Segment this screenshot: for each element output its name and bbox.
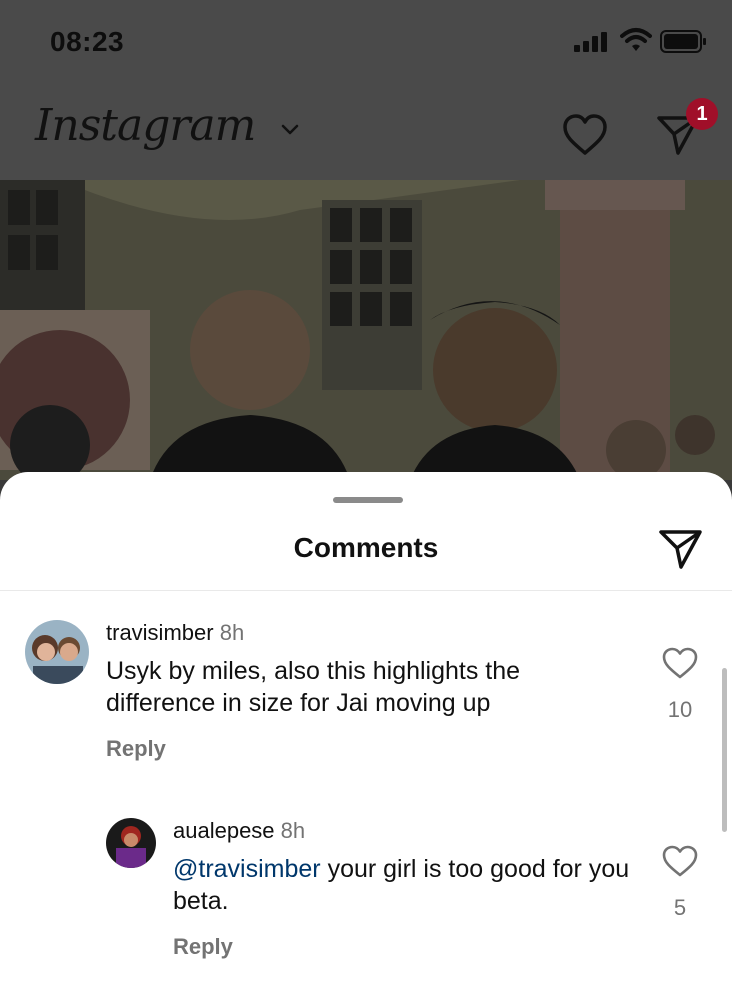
reply-button[interactable]: Reply xyxy=(106,736,166,762)
comment-username[interactable]: aualepese xyxy=(173,818,275,843)
comment-text: Usyk by miles, also this highlights the … xyxy=(106,657,521,717)
status-bar: 08:23 xyxy=(0,0,732,85)
post-photo[interactable] xyxy=(0,180,732,480)
cellular-signal-icon xyxy=(574,32,607,52)
like-count: 5 xyxy=(673,895,687,920)
comment-mention[interactable]: @travisimber xyxy=(173,855,321,883)
share-icon[interactable] xyxy=(658,528,704,570)
like-heart-icon[interactable] xyxy=(662,845,698,877)
avatar[interactable] xyxy=(106,818,156,868)
comment-username-row: travisimber 8h xyxy=(106,620,244,646)
notifications-heart-icon[interactable] xyxy=(562,114,608,156)
instagram-logo[interactable]: Instagram xyxy=(35,100,256,151)
post-photo-illustration xyxy=(0,180,732,480)
comment-age: 8h xyxy=(219,620,245,645)
comment-age: 8h xyxy=(280,818,306,843)
chevron-down-icon[interactable] xyxy=(281,124,299,136)
like-heart-icon[interactable] xyxy=(662,647,698,679)
scrollbar[interactable] xyxy=(722,668,727,832)
reply-button[interactable]: Reply xyxy=(173,934,233,960)
avatar-image xyxy=(25,620,89,684)
status-time: 08:23 xyxy=(50,26,125,57)
comment-username[interactable]: travisimber xyxy=(106,620,214,645)
wifi-icon xyxy=(620,28,652,51)
avatar-image xyxy=(106,818,156,868)
battery-icon xyxy=(660,30,706,53)
comments-title: Comments xyxy=(293,532,439,563)
sheet-drag-handle[interactable] xyxy=(333,497,403,503)
like-count: 10 xyxy=(667,697,693,722)
dm-notification-badge: 1 xyxy=(686,98,718,130)
comment-text-row: @travisimber your girl is too good for y… xyxy=(173,853,633,917)
avatar[interactable] xyxy=(25,620,89,684)
header-divider xyxy=(0,590,732,591)
comment-username-row: aualepese 8h xyxy=(173,818,305,844)
